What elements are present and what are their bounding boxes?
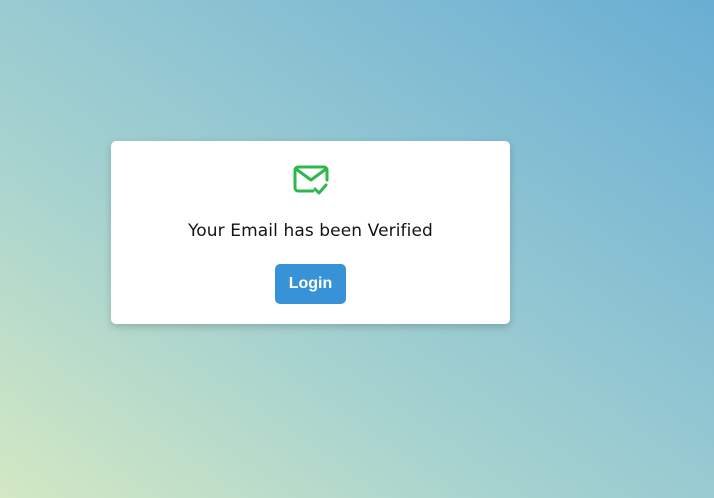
mail-check-icon <box>293 165 329 197</box>
verified-message: Your Email has been Verified <box>188 221 433 241</box>
login-button[interactable]: Login <box>275 264 346 304</box>
verification-card: Your Email has been Verified Login <box>111 141 510 324</box>
